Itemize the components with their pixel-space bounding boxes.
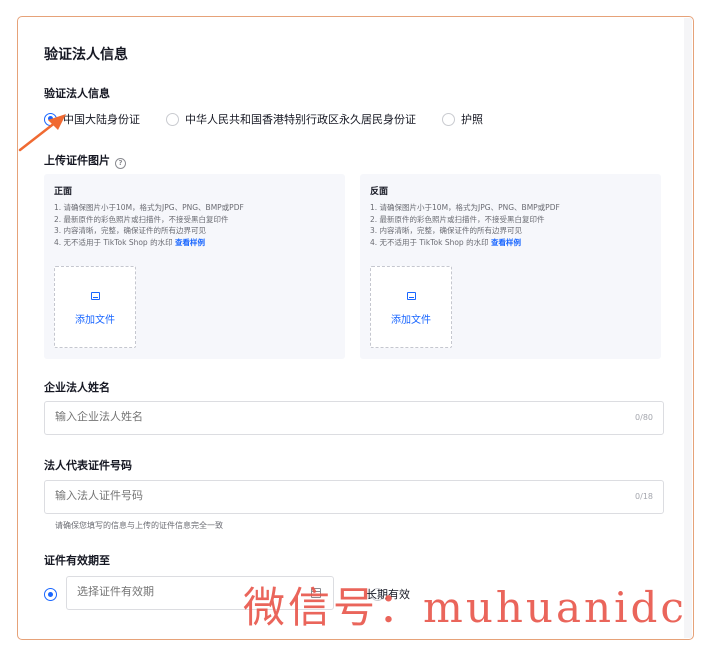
verify-label: 验证法人信息: [44, 87, 110, 100]
radio-option-hk-id[interactable]: 中华人民共和国香港特别行政区永久居民身份证: [166, 111, 416, 127]
add-file-button-back[interactable]: 添加文件: [370, 266, 452, 348]
char-counter: 0/18: [635, 492, 653, 501]
upload-panel-front: 正面 1. 请确保图片小于10M，格式为JPG、PNG、BMP或PDF 2. 最…: [44, 174, 345, 359]
upload-requirements: 1. 请确保图片小于10M，格式为JPG、PNG、BMP或PDF 2. 最新原件…: [54, 203, 244, 247]
radio-button[interactable]: [166, 112, 179, 126]
image-file-icon: [407, 292, 416, 300]
legal-name-field[interactable]: 0/80: [44, 401, 664, 435]
radio-option-passport[interactable]: 护照: [442, 111, 483, 127]
validity-date-radio[interactable]: [44, 588, 57, 601]
radio-label: 中国大陆身份证: [63, 113, 140, 126]
panel-title: 反面: [370, 187, 389, 197]
id-number-field[interactable]: 0/18: [44, 480, 664, 514]
add-file-label: 添加文件: [391, 315, 431, 326]
radio-label: 中华人民共和国香港特别行政区永久居民身份证: [185, 113, 416, 126]
info-icon[interactable]: ?: [115, 158, 126, 169]
id-type-radio-group: 中国大陆身份证 中华人民共和国香港特别行政区永久居民身份证 护照: [44, 111, 509, 127]
radio-label: 护照: [461, 113, 483, 126]
view-sample-link[interactable]: 查看样例: [175, 238, 205, 247]
image-file-icon: [91, 292, 100, 300]
scrollbar-track[interactable]: [684, 18, 692, 638]
add-file-label: 添加文件: [75, 315, 115, 326]
upload-requirements: 1. 请确保图片小于10M，格式为JPG、PNG、BMP或PDF 2. 最新原件…: [370, 203, 560, 247]
validity-label: 证件有效期至: [44, 554, 110, 567]
section-title: 验证法人信息: [44, 47, 128, 63]
upload-panel-back: 反面 1. 请确保图片小于10M，格式为JPG、PNG、BMP或PDF 2. 最…: [360, 174, 661, 359]
panel-title: 正面: [54, 187, 73, 197]
upload-label: 上传证件图片?: [44, 152, 126, 169]
char-counter: 0/80: [635, 413, 653, 422]
id-number-hint: 请确保您填写的信息与上传的证件信息完全一致: [55, 521, 223, 530]
legal-name-input[interactable]: [55, 411, 555, 423]
legal-name-label: 企业法人姓名: [44, 381, 110, 394]
id-number-label: 法人代表证件号码: [44, 459, 132, 472]
view-sample-link[interactable]: 查看样例: [491, 238, 521, 247]
add-file-button-front[interactable]: 添加文件: [54, 266, 136, 348]
id-number-input[interactable]: [55, 490, 555, 502]
radio-button[interactable]: [442, 112, 455, 126]
annotation-arrow-icon: [18, 114, 66, 152]
watermark-text: 微信号：muhuanidc: [243, 583, 687, 632]
